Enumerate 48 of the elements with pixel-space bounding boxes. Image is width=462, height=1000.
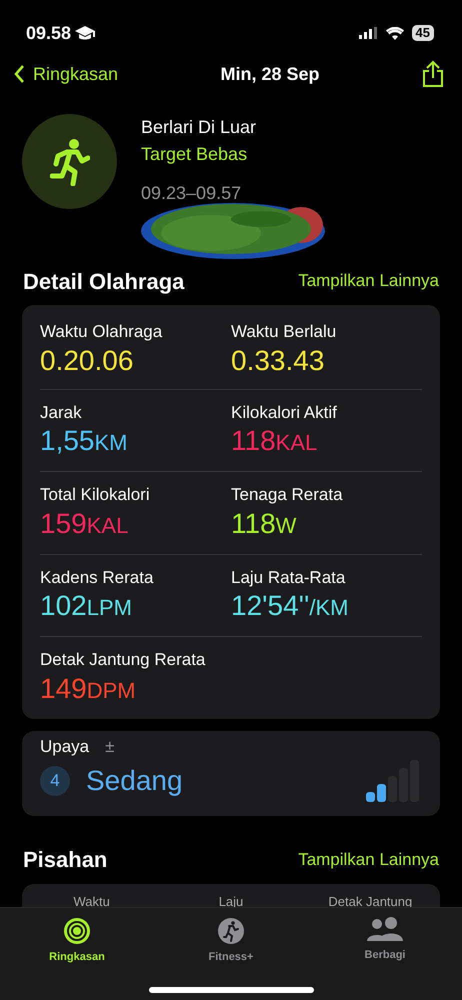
column-header: Laju: [218, 892, 244, 910]
activity-rings-icon: [63, 917, 91, 945]
tab-item[interactable]: Berbagi: [308, 908, 462, 1000]
tab-item[interactable]: Ringkasan: [0, 908, 154, 1000]
metric-label: Waktu Berlalu: [231, 321, 338, 343]
adjust-symbol[interactable]: ±: [105, 734, 114, 760]
metric-value: 118KAL: [231, 425, 318, 458]
metric-value: 0.33.43: [231, 344, 326, 376]
metric-label: Laju Rata-Rata: [231, 566, 346, 588]
nav-title: Min, 28 Sep: [220, 62, 320, 86]
chevron-left-icon: [14, 65, 25, 83]
tab-item[interactable]: Fitness+: [154, 908, 308, 1000]
signal-icon: [358, 27, 378, 39]
effort-rating: Sedang: [86, 764, 183, 798]
show-more-link[interactable]: Tampilkan Lainnya: [298, 268, 439, 294]
metric-value: 1,55KM: [40, 425, 128, 458]
effort-label: Upaya: [40, 736, 90, 758]
metric-value: 102LPM: [40, 590, 133, 623]
workout-name: Berlari Di Luar: [141, 116, 258, 139]
clock-time: 09.58: [26, 22, 72, 44]
section-title: Pisahan: [23, 846, 108, 874]
column-header: Waktu: [72, 892, 111, 910]
back-link[interactable]: Ringkasan: [14, 60, 118, 88]
metric-value: 12'54''/KM: [231, 590, 350, 623]
metric-label: Waktu Olahraga: [40, 321, 164, 343]
metric-value: 118W: [231, 508, 298, 540]
goal-label: Target Bebas: [141, 143, 248, 166]
metric-value: 159KAL: [40, 508, 130, 540]
metric-label: Kadens Rerata: [40, 566, 154, 588]
metric-label: Tenaga Rerata: [231, 484, 344, 506]
runner-icon: [217, 917, 245, 945]
people-icon: [367, 917, 403, 943]
battery-level: 45: [412, 25, 434, 41]
metric-value: 149DPM: [40, 672, 137, 706]
metric-label: Detak Jantung Rerata: [40, 649, 206, 671]
metric-label: Jarak: [40, 402, 83, 424]
section-title: Detail Olahraga: [23, 268, 184, 296]
column-header: Detak Jantung: [327, 892, 414, 910]
metric-label: Total Kilokalori: [40, 484, 151, 506]
time-range: 09.23–09.57: [141, 182, 242, 205]
graduation-cap-icon: [75, 25, 96, 41]
runner-icon: [50, 138, 90, 186]
share-icon[interactable]: [422, 60, 444, 88]
metric-value: 0.20.06: [40, 344, 134, 376]
metric-label: Kilokalori Aktif: [231, 402, 338, 424]
show-more-link[interactable]: Tampilkan Lainnya: [298, 846, 439, 872]
effort-score: 4: [40, 766, 70, 796]
wifi-icon: [386, 26, 404, 40]
